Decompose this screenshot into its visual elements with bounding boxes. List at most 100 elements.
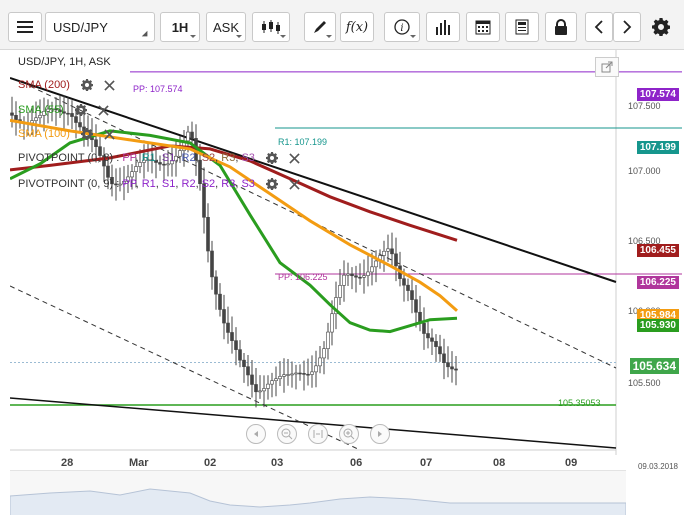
candle-body — [10, 112, 14, 116]
candle-body — [386, 248, 390, 252]
candle-body — [218, 293, 222, 310]
symbol-selector[interactable]: USD/JPY — [45, 12, 155, 42]
info-button[interactable]: i — [384, 12, 420, 42]
close-icon[interactable] — [104, 79, 115, 91]
candle-body — [226, 322, 230, 333]
candle-body — [270, 380, 274, 385]
draw-button[interactable] — [304, 12, 336, 42]
legend-label-part: R1 — [141, 152, 156, 164]
candle-body — [222, 309, 226, 324]
candle-body — [342, 274, 346, 286]
candle-type-icon — [262, 20, 280, 34]
interval-label: 1H — [171, 19, 189, 35]
candle-body — [354, 275, 358, 278]
x-tick-label: 08 — [493, 457, 506, 469]
candle-body — [210, 250, 214, 278]
candle-body — [214, 276, 218, 295]
candle-body — [314, 365, 318, 373]
price-tag: 106.225 — [636, 276, 679, 289]
legend-sma100: SMA (100) — [18, 128, 115, 140]
x-tick-label: 03 — [271, 457, 284, 469]
report-button[interactable] — [505, 12, 539, 42]
scroll-left-button[interactable] — [246, 424, 266, 444]
candle-body — [374, 260, 378, 268]
close-icon[interactable] — [289, 178, 300, 190]
interval-selector[interactable]: 1H — [160, 12, 200, 42]
menu-icon — [17, 21, 33, 33]
navigator-strip[interactable] — [9, 470, 627, 515]
zoom-out-button[interactable] — [277, 424, 297, 444]
lock-button[interactable] — [545, 12, 577, 42]
candle-body — [94, 139, 98, 147]
forward-button[interactable] — [613, 12, 641, 42]
candle-body — [306, 373, 310, 376]
legend-label-part: R2 — [181, 152, 196, 164]
price-chart[interactable] — [10, 50, 682, 515]
price-tag: 105.930 — [636, 319, 679, 332]
candle-body — [258, 390, 262, 393]
candle-body — [274, 378, 278, 382]
candle-body — [422, 323, 426, 334]
volume-button[interactable] — [426, 12, 460, 42]
candle-body — [282, 374, 286, 377]
x-tick-label: 28 — [61, 457, 74, 469]
zoom-in-button[interactable] — [339, 424, 359, 444]
gear-icon[interactable] — [265, 178, 278, 190]
candle-body — [206, 216, 210, 252]
scroll-right-button[interactable] — [370, 424, 390, 444]
chevron-left-icon — [594, 20, 603, 34]
candle-body — [266, 383, 270, 389]
legend-label-part: PP — [122, 178, 136, 190]
chart-area[interactable]: USD/JPY, 1H, ASK SMA (200) SMA (55) SMA … — [9, 50, 682, 515]
chart-type-button[interactable] — [252, 12, 290, 42]
candle-body — [262, 388, 266, 392]
support-label: 105.35053 — [558, 398, 601, 408]
gear-icon[interactable] — [74, 104, 87, 116]
back-button[interactable] — [585, 12, 613, 42]
legend-label-part: S2 — [201, 152, 216, 164]
report-icon — [515, 19, 529, 35]
candle-body — [250, 374, 254, 385]
candle-body — [290, 373, 294, 376]
chevron-right-icon — [378, 431, 382, 437]
current-price-tag: 105.634 — [629, 358, 679, 374]
caret-icon — [410, 35, 416, 38]
settings-button[interactable] — [646, 12, 676, 42]
reset-zoom-button[interactable] — [308, 424, 328, 444]
caret-icon — [190, 35, 196, 38]
price-type-selector[interactable]: ASK — [206, 12, 246, 42]
x-tick-label: 06 — [350, 457, 363, 469]
function-button[interactable]: f(x) — [340, 12, 374, 42]
x-tick-label: Mar — [129, 457, 149, 469]
candle-body — [134, 166, 138, 172]
date-stamp: 09.03.2018 — [637, 462, 678, 471]
candle-body — [382, 250, 386, 256]
candle-body — [298, 372, 302, 375]
candle-body — [230, 332, 234, 341]
candle-body — [246, 366, 250, 376]
legend-pivot9: PIVOTPOINT (0, 9) : PP, R1, S1, R2, S2, … — [18, 178, 300, 190]
close-icon[interactable] — [104, 128, 115, 140]
candle-body — [302, 373, 306, 375]
reset-icon — [313, 430, 323, 438]
candle-body — [106, 165, 110, 178]
legend-label: PIVOTPOINT (0, 8) : PP, R1, S1, R2, S2, … — [18, 152, 255, 164]
x-tick-label: 02 — [204, 457, 217, 469]
draw-pencil-icon — [314, 21, 326, 33]
chevron-left-icon — [254, 431, 258, 437]
gear-icon[interactable] — [265, 152, 278, 164]
info-icon: i — [394, 19, 410, 35]
zoom-out-icon — [281, 428, 293, 440]
export-button[interactable] — [595, 57, 619, 77]
close-icon[interactable] — [289, 152, 300, 164]
calendar-button[interactable] — [466, 12, 500, 42]
candle-body — [402, 278, 406, 286]
r1-label: R1: 107.199 — [278, 137, 328, 147]
toolbar: USD/JPY 1H ASK f(x) i — [0, 0, 684, 50]
close-icon[interactable] — [98, 104, 109, 116]
gear-icon[interactable] — [80, 128, 93, 140]
gear-icon[interactable] — [80, 79, 93, 91]
candle-body — [362, 275, 366, 278]
candle-body — [74, 116, 78, 123]
menu-button[interactable] — [8, 12, 42, 42]
